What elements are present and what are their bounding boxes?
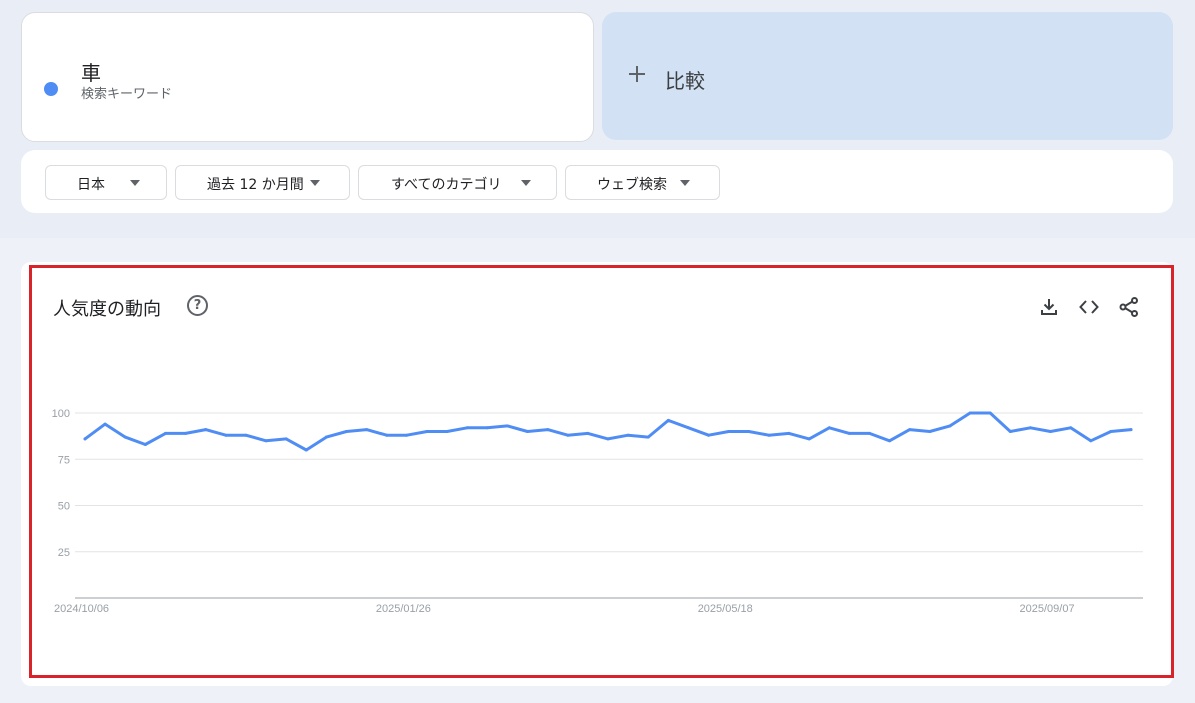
term-subtitle: 検索キーワード [81,87,173,102]
category-filter-label: すべてのカテゴリ [391,177,502,193]
search-term-card[interactable]: 車 検索キーワード [21,12,594,142]
region-filter-label: 日本 [77,177,105,193]
term-color-dot [44,82,58,96]
category-filter[interactable]: すべてのカテゴリ [358,165,557,200]
time-range-filter[interactable]: 過去 12 か月間 [175,165,350,200]
filter-bar: 日本 過去 12 か月間 すべてのカテゴリ ウェブ検索 [21,150,1173,213]
time-range-filter-label: 過去 12 か月間 [207,177,304,193]
compare-button[interactable]: 比較 [602,12,1173,140]
plus-icon [628,65,646,83]
region-filter[interactable]: 日本 [45,165,167,200]
highlight-box [29,265,1174,678]
search-type-filter[interactable]: ウェブ検索 [565,165,720,200]
search-type-filter-label: ウェブ検索 [597,177,667,193]
caret-down-icon [130,180,140,186]
caret-down-icon [521,180,531,186]
caret-down-icon [310,180,320,186]
caret-down-icon [680,180,690,186]
compare-label: 比較 [665,69,705,93]
term-name[interactable]: 車 [81,57,101,86]
